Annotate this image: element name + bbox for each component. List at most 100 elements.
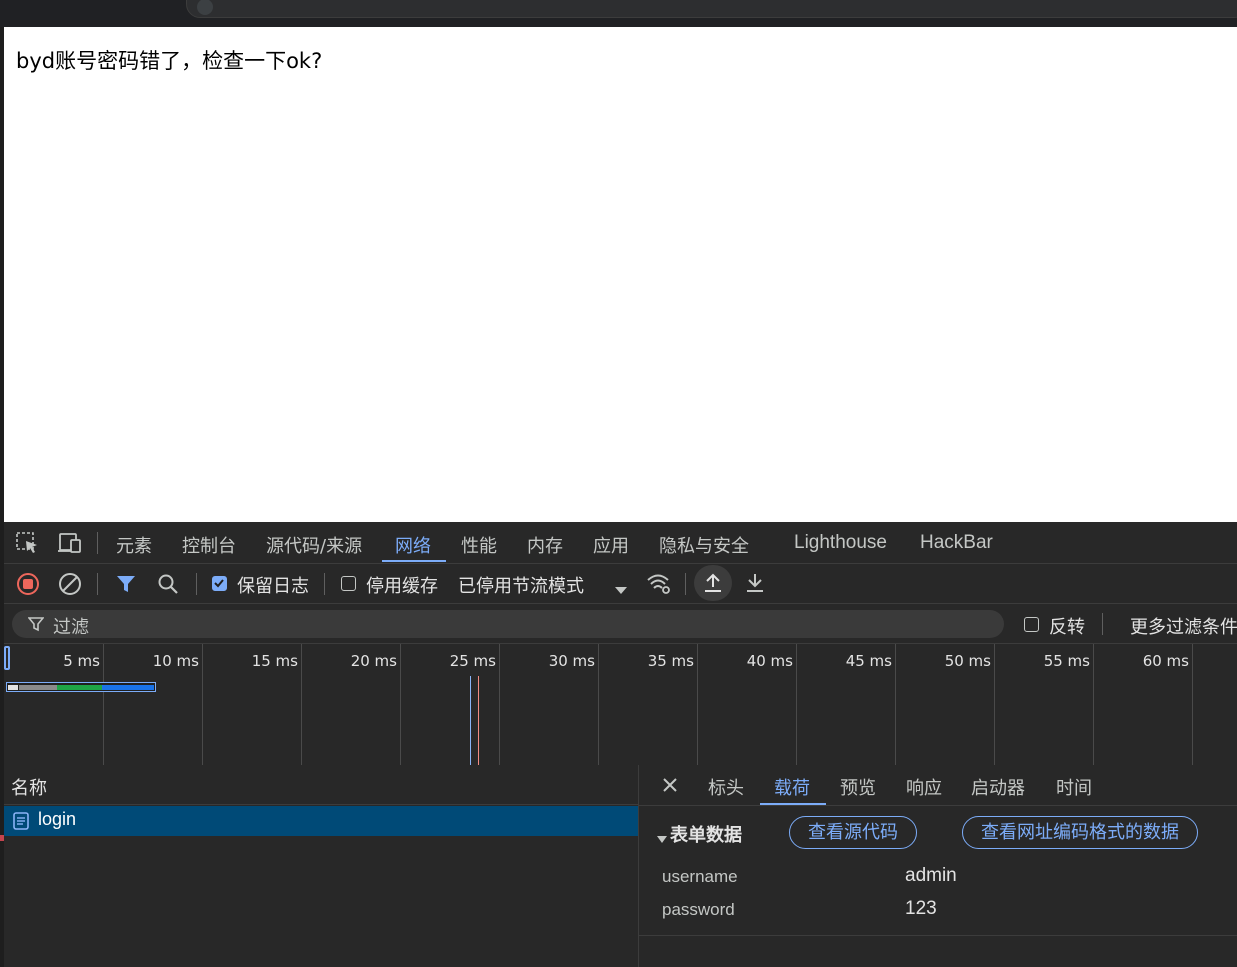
tab-initiator[interactable]: 启动器 — [971, 774, 1025, 800]
preserve-log-checkbox[interactable] — [212, 576, 227, 591]
tab-payload[interactable]: 载荷 — [774, 774, 810, 800]
timeline-gridline — [796, 644, 797, 765]
timeline-gridline — [1192, 644, 1193, 765]
timeline-gridline — [400, 644, 401, 765]
request-waterfall-bar — [6, 682, 156, 692]
page-message: byd账号密码错了，检查一下ok? — [16, 49, 323, 73]
devtools-tab-bar: 元素 控制台 源代码/来源 网络 性能 内存 应用 隐私与安全 Lighthou… — [4, 522, 1237, 564]
timeline-gridline — [202, 644, 203, 765]
divider — [685, 573, 686, 595]
tab-hackbar[interactable]: HackBar — [920, 532, 993, 554]
tab-lighthouse[interactable]: Lighthouse — [794, 532, 887, 554]
tab-sources[interactable]: 源代码/来源 — [266, 532, 362, 558]
timeline-gridline — [103, 644, 104, 765]
requests-header: 名称 — [4, 765, 638, 805]
tab-application[interactable]: 应用 — [593, 532, 629, 558]
request-name: login — [38, 809, 77, 829]
form-field-key: password — [662, 900, 735, 919]
timeline-tick-label: 40 ms — [746, 652, 793, 670]
timeline-tick-label: 50 ms — [944, 652, 991, 670]
filter-input[interactable]: 过滤 — [12, 610, 1004, 638]
timeline-tick-label: 10 ms — [152, 652, 199, 670]
filter-row: 过滤 反转 更多过滤条件 — [4, 604, 1237, 644]
timeline-tick-label: 15 ms — [251, 652, 298, 670]
form-field-value: 123 — [905, 898, 937, 919]
timeline-tick-label: 30 ms — [548, 652, 595, 670]
active-detail-tab-indicator — [760, 803, 826, 805]
timeline-tick-label: 35 ms — [647, 652, 694, 670]
timeline-tick-label: 55 ms — [1043, 652, 1090, 670]
timeline-gridline — [697, 644, 698, 765]
waterfall-segment-queue — [8, 685, 18, 690]
timeline-tick-label: 5 ms — [63, 652, 100, 670]
throttling-select[interactable]: 已停用节流模式 — [458, 572, 584, 598]
site-info-icon[interactable] — [197, 0, 213, 15]
import-har-button[interactable] — [694, 565, 732, 601]
view-source-button[interactable]: 查看源代码 — [789, 816, 917, 849]
filter-icon[interactable] — [115, 573, 137, 599]
active-tab-indicator — [382, 560, 446, 562]
download-icon[interactable] — [744, 572, 766, 598]
search-icon[interactable] — [156, 572, 180, 600]
network-toolbar: 保留日志 停用缓存 已停用节流模式 — [4, 564, 1237, 604]
timeline-tick-label: 25 ms — [449, 652, 496, 670]
timeline-gridline — [301, 644, 302, 765]
section-divider — [639, 935, 1237, 936]
inspect-element-icon[interactable] — [16, 532, 40, 558]
timeline-tick-label: 45 ms — [845, 652, 892, 670]
column-name-header[interactable]: 名称 — [11, 774, 47, 800]
divider — [97, 573, 98, 595]
tab-headers[interactable]: 标头 — [708, 774, 744, 800]
load-event-marker — [478, 676, 479, 765]
tab-performance[interactable]: 性能 — [461, 532, 497, 558]
timeline-gridline — [994, 644, 995, 765]
device-toolbar-icon[interactable] — [57, 532, 83, 558]
more-filters-dropdown[interactable]: 更多过滤条件 — [1130, 613, 1237, 639]
stop-recording-icon[interactable] — [16, 572, 40, 600]
tab-timing[interactable]: 时间 — [1056, 774, 1092, 800]
invert-label: 反转 — [1049, 617, 1085, 638]
tab-elements[interactable]: 元素 — [116, 532, 152, 558]
browser-top-bar — [0, 0, 1237, 27]
timeline-range-handle[interactable] — [4, 646, 10, 670]
devtools-panel: 元素 控制台 源代码/来源 网络 性能 内存 应用 隐私与安全 Lighthou… — [0, 522, 1237, 967]
page-content: byd账号密码错了，检查一下ok? — [4, 27, 1237, 522]
form-data-section-title[interactable]: 表单数据 — [670, 821, 742, 847]
view-url-encoded-button[interactable]: 查看网址编码格式的数据 — [962, 816, 1198, 849]
network-conditions-icon[interactable] — [646, 572, 672, 600]
divider — [97, 532, 98, 554]
request-row[interactable]: login — [4, 806, 638, 836]
invert-checkbox[interactable] — [1024, 617, 1039, 632]
tab-preview[interactable]: 预览 — [840, 774, 876, 800]
chevron-down-icon[interactable] — [615, 580, 627, 599]
waterfall-segment-waiting — [57, 685, 102, 690]
tab-privacy-security[interactable]: 隐私与安全 — [659, 532, 749, 558]
timeline-gridline — [499, 644, 500, 765]
tab-console[interactable]: 控制台 — [182, 532, 236, 558]
form-field-key: username — [662, 867, 738, 886]
timeline-overview[interactable]: 5 ms 10 ms 15 ms 20 ms 25 ms 30 ms 35 ms… — [4, 644, 1237, 766]
filter-icon — [28, 617, 44, 632]
timeline-gridline — [895, 644, 896, 765]
disable-cache-label: 停用缓存 — [366, 576, 438, 597]
tab-response[interactable]: 响应 — [906, 774, 942, 800]
timeline-gridline — [1093, 644, 1094, 765]
detail-tab-bar: 标头 载荷 预览 响应 启动器 时间 — [639, 765, 1237, 806]
form-field-value: admin — [905, 865, 957, 886]
request-detail-panel: 标头 载荷 预览 响应 启动器 时间 表单数据 查看源代码 查看网址编码格式的数… — [638, 765, 1237, 967]
clear-icon[interactable] — [58, 572, 82, 600]
divider — [196, 573, 197, 595]
tab-network[interactable]: 网络 — [395, 532, 431, 558]
waterfall-segment-stalled — [19, 685, 57, 690]
waterfall-segment-download — [102, 685, 154, 690]
address-bar[interactable] — [186, 0, 1237, 18]
dom-content-loaded-marker — [470, 676, 471, 765]
upload-icon — [705, 573, 721, 592]
timeline-tick-label: 20 ms — [350, 652, 397, 670]
close-icon[interactable] — [662, 777, 678, 797]
disable-cache-checkbox[interactable] — [341, 576, 356, 591]
tab-memory[interactable]: 内存 — [527, 532, 563, 558]
timeline-tick-label: 60 ms — [1142, 652, 1189, 670]
divider — [324, 573, 325, 595]
section-collapse-icon[interactable] — [657, 829, 667, 848]
